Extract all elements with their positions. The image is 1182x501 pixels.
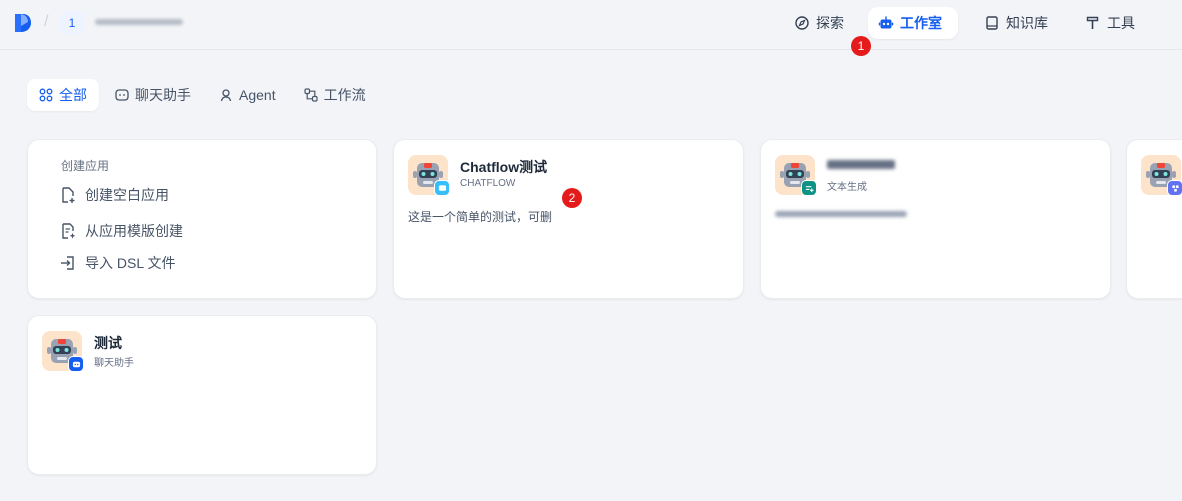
- nav-explore-label: 探索: [816, 15, 844, 31]
- nav-tools-label: 工具: [1107, 15, 1135, 31]
- marker-2-text: 2: [568, 191, 576, 205]
- nav-knowledge-label: 知识库: [1006, 15, 1048, 31]
- create-blank-app-button[interactable]: 创建空白应用: [59, 185, 169, 205]
- workspace-name-redacted: [95, 19, 183, 25]
- agent-icon: [1167, 180, 1182, 196]
- import-dsl-label: 导入 DSL 文件: [85, 255, 176, 271]
- app-mode: 聊天助手: [94, 358, 134, 369]
- create-from-template-label: 从应用模版创建: [85, 223, 183, 239]
- create-app-card: 创建应用 创建空白应用 从应用模版创建 导入 DSL 文件: [27, 139, 377, 299]
- breadcrumb-separator: /: [44, 13, 49, 30]
- workspace-name[interactable]: [95, 16, 185, 30]
- app-card-text-generation[interactable]: 文本生成: [760, 139, 1111, 299]
- app-name-redacted-bar: [827, 160, 895, 169]
- file-plus-icon: [59, 186, 77, 204]
- app-type-tabs: 全部 聊天助手 Agent 工作流: [27, 79, 378, 111]
- nav-knowledge[interactable]: 知识库: [974, 7, 1058, 39]
- marker-1-text: 1: [857, 39, 865, 53]
- book-icon: [984, 15, 1000, 31]
- chat-bot-icon: [115, 88, 129, 102]
- nav-studio[interactable]: 工作室: [868, 7, 958, 39]
- tab-workflow-label: 工作流: [323, 87, 366, 103]
- grid-icon: [39, 88, 53, 102]
- create-app-title: 创建应用: [61, 159, 110, 173]
- template-icon: [59, 222, 77, 240]
- import-icon: [59, 254, 77, 272]
- nav-explore[interactable]: 探索: [784, 7, 854, 39]
- app-card-chatflow[interactable]: Chatflow测试 CHATFLOW 这是一个简单的测试，可删: [393, 139, 744, 299]
- tab-all[interactable]: 全部: [27, 79, 99, 111]
- app-name: 测试: [94, 335, 122, 351]
- app-description: 这是一个简单的测试，可删: [408, 210, 553, 224]
- tab-agent[interactable]: Agent: [207, 79, 288, 111]
- workspace-avatar[interactable]: 1: [60, 11, 84, 35]
- app-name-redacted: [827, 157, 897, 174]
- create-blank-app-label: 创建空白应用: [85, 187, 169, 203]
- tab-agent-label: Agent: [239, 87, 276, 103]
- workflow-icon: [303, 88, 318, 102]
- app-card-test[interactable]: 测试 聊天助手: [27, 315, 377, 475]
- tab-workflow[interactable]: 工作流: [292, 79, 378, 111]
- import-dsl-button[interactable]: 导入 DSL 文件: [59, 253, 176, 273]
- text-gen-icon: [801, 180, 817, 196]
- chat-bubble-icon: [434, 180, 450, 196]
- annotation-marker-1: 1: [851, 36, 871, 56]
- nav-studio-label: 工作室: [900, 15, 942, 31]
- app-mode: CHATFLOW: [460, 178, 516, 189]
- chat-bot-icon: [68, 356, 84, 372]
- tab-chatbot[interactable]: 聊天助手: [103, 79, 203, 111]
- app-mode: 文本生成: [827, 182, 867, 193]
- app-logo[interactable]: [13, 12, 33, 34]
- app-description-redacted-bar: [775, 211, 907, 217]
- annotation-marker-2: 2: [562, 188, 582, 208]
- app-card-agent[interactable]: [1126, 139, 1182, 299]
- top-bar: / 1 探索 工作室 知识库 工具: [0, 0, 1182, 50]
- create-from-template-button[interactable]: 从应用模版创建: [59, 221, 183, 241]
- app-description-redacted: [775, 208, 910, 222]
- workspace-initial: 1: [68, 16, 76, 30]
- tab-chatbot-label: 聊天助手: [135, 87, 191, 103]
- hammer-icon: [1085, 15, 1101, 31]
- tab-all-label: 全部: [59, 87, 87, 103]
- compass-icon: [794, 15, 810, 31]
- agent-icon: [219, 88, 233, 102]
- app-name: Chatflow测试: [460, 159, 548, 175]
- nav-tools[interactable]: 工具: [1075, 7, 1145, 39]
- robot-icon: [878, 15, 894, 31]
